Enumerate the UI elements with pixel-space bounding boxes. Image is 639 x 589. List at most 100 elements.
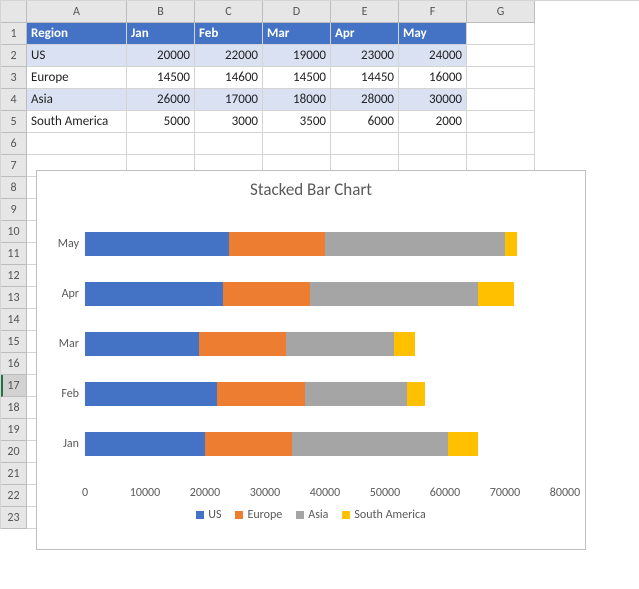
row-header-6[interactable]: 6 [1,133,27,155]
cell-D4[interactable]: 18000 [263,89,331,111]
cell-B6[interactable] [127,133,195,155]
cell-D3[interactable]: 14500 [263,67,331,89]
cell-B3[interactable]: 14500 [127,67,195,89]
chart-bar-row [85,432,565,456]
chart-bar-row [85,282,565,306]
chart-segment-south-america [394,332,415,356]
row-header-21[interactable]: 21 [1,463,27,485]
row-header-15[interactable]: 15 [1,331,27,353]
cell-C6[interactable] [195,133,263,155]
cell-G1[interactable] [467,23,535,45]
chart-segment-asia [305,382,407,406]
cell-F1[interactable]: May [399,23,467,45]
row-header-14[interactable]: 14 [1,309,27,331]
cell-B2[interactable]: 20000 [127,45,195,67]
cell-F3[interactable]: 16000 [399,67,467,89]
row-header-1[interactable]: 1 [1,23,27,45]
cell-A2[interactable]: US [27,45,127,67]
chart-segment-south-america [478,282,514,306]
cell-B1[interactable]: Jan [127,23,195,45]
cell-D6[interactable] [263,133,331,155]
cell-G4[interactable] [467,89,535,111]
row-header-3[interactable]: 3 [1,67,27,89]
cell-C3[interactable]: 14600 [195,67,263,89]
cell-G2[interactable] [467,45,535,67]
cell-F5[interactable]: 2000 [399,111,467,133]
chart-segment-europe [229,232,325,256]
chart-category-label: Feb [45,382,79,406]
row-header-22[interactable]: 22 [1,485,27,507]
chart-segment-asia [292,432,448,456]
chart-legend: USEuropeAsiaSouth America [37,502,585,530]
cell-B4[interactable]: 26000 [127,89,195,111]
cell-D5[interactable]: 3500 [263,111,331,133]
chart-category-label: May [45,232,79,256]
row-header-18[interactable]: 18 [1,397,27,419]
cell-C4[interactable]: 17000 [195,89,263,111]
cell-A1[interactable]: Region [27,23,127,45]
col-header-F[interactable]: F [399,1,467,23]
chart-title: Stacked Bar Chart [37,171,585,204]
row-header-8[interactable]: 8 [1,177,27,199]
cell-C2[interactable]: 22000 [195,45,263,67]
row-header-13[interactable]: 13 [1,287,27,309]
chart-category-label: Apr [45,282,79,306]
chart-x-tick: 30000 [250,486,280,500]
row-header-17[interactable]: 17 [1,375,27,397]
row-header-23[interactable]: 23 [1,507,27,529]
cell-C1[interactable]: Feb [195,23,263,45]
row-header-5[interactable]: 5 [1,111,27,133]
chart-x-tick: 40000 [310,486,340,500]
chart-segment-europe [223,282,310,306]
chart-x-tick: 70000 [490,486,520,500]
cell-D2[interactable]: 19000 [263,45,331,67]
row-header-7[interactable]: 7 [1,155,27,177]
cell-G6[interactable] [467,133,535,155]
cell-B5[interactable]: 5000 [127,111,195,133]
cell-A5[interactable]: South America [27,111,127,133]
cell-E1[interactable]: Apr [331,23,399,45]
chart-segment-south-america [448,432,478,456]
chart-bar-row [85,232,565,256]
cell-E3[interactable]: 14450 [331,67,399,89]
cell-D1[interactable]: Mar [263,23,331,45]
stacked-bar-chart[interactable]: Stacked Bar Chart MayAprMarFebJan 010000… [36,170,586,550]
row-header-10[interactable]: 10 [1,221,27,243]
row-header-9[interactable]: 9 [1,199,27,221]
row-header-2[interactable]: 2 [1,45,27,67]
row-header-16[interactable]: 16 [1,353,27,375]
cell-E2[interactable]: 23000 [331,45,399,67]
cell-E4[interactable]: 28000 [331,89,399,111]
chart-plot-area: MayAprMarFebJan [85,214,565,484]
row-header-19[interactable]: 19 [1,419,27,441]
select-all-corner[interactable] [1,1,27,23]
chart-x-tick: 20000 [190,486,220,500]
cell-A6[interactable] [27,133,127,155]
col-header-E[interactable]: E [331,1,399,23]
cell-C5[interactable]: 3000 [195,111,263,133]
cell-F6[interactable] [399,133,467,155]
cell-A4[interactable]: Asia [27,89,127,111]
row-header-20[interactable]: 20 [1,441,27,463]
row-header-12[interactable]: 12 [1,265,27,287]
col-header-G[interactable]: G [467,1,535,23]
legend-swatch-icon [235,511,243,519]
cell-F2[interactable]: 24000 [399,45,467,67]
legend-swatch-icon [296,511,304,519]
col-header-C[interactable]: C [195,1,263,23]
chart-segment-europe [217,382,305,406]
cell-E5[interactable]: 6000 [331,111,399,133]
cell-E6[interactable] [331,133,399,155]
col-header-D[interactable]: D [263,1,331,23]
cell-G5[interactable] [467,111,535,133]
col-header-A[interactable]: A [27,1,127,23]
cell-G3[interactable] [467,67,535,89]
chart-x-tick: 0 [82,486,88,500]
row-header-4[interactable]: 4 [1,89,27,111]
chart-segment-us [85,382,217,406]
chart-x-tick: 50000 [370,486,400,500]
cell-F4[interactable]: 30000 [399,89,467,111]
cell-A3[interactable]: Europe [27,67,127,89]
col-header-B[interactable]: B [127,1,195,23]
row-header-11[interactable]: 11 [1,243,27,265]
